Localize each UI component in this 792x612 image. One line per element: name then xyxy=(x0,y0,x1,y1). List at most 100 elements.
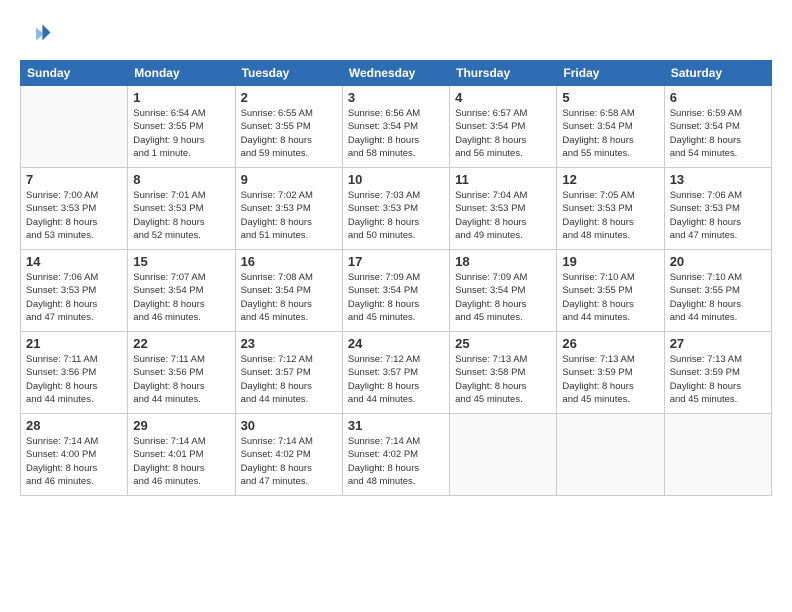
logo-icon xyxy=(20,18,52,50)
header-friday: Friday xyxy=(557,61,664,86)
day-info: Sunrise: 7:09 AM Sunset: 3:54 PM Dayligh… xyxy=(455,271,551,324)
day-info: Sunrise: 7:01 AM Sunset: 3:53 PM Dayligh… xyxy=(133,189,229,242)
week-row-1: 1 Sunrise: 6:54 AM Sunset: 3:55 PM Daylig… xyxy=(21,86,772,168)
day-number: 18 xyxy=(455,254,551,269)
logo xyxy=(20,18,56,50)
day-cell-5-4: 31Sunrise: 7:14 AM Sunset: 4:02 PM Dayli… xyxy=(342,414,449,496)
day-info: Sunrise: 6:58 AM Sunset: 3:54 PM Dayligh… xyxy=(562,107,658,160)
day-info: Sunrise: 6:57 AM Sunset: 3:54 PM Dayligh… xyxy=(455,107,551,160)
day-cell-1-4: 3 Sunrise: 6:56 AM Sunset: 3:54 PM Daylig… xyxy=(342,86,449,168)
day-cell-1-2: 1 Sunrise: 6:54 AM Sunset: 3:55 PM Daylig… xyxy=(128,86,235,168)
day-number: 12 xyxy=(562,172,658,187)
day-number: 14 xyxy=(26,254,122,269)
header-monday: Monday xyxy=(128,61,235,86)
day-number: 8 xyxy=(133,172,229,187)
day-number: 19 xyxy=(562,254,658,269)
day-info: Sunrise: 7:10 AM Sunset: 3:55 PM Dayligh… xyxy=(562,271,658,324)
day-number: 23 xyxy=(241,336,337,351)
day-number: 22 xyxy=(133,336,229,351)
day-cell-2-6: 12 Sunrise: 7:05 AM Sunset: 3:53 PM Dayli… xyxy=(557,168,664,250)
day-info: Sunrise: 7:11 AM Sunset: 3:56 PM Dayligh… xyxy=(26,353,122,406)
day-number: 2 xyxy=(241,90,337,105)
header-thursday: Thursday xyxy=(450,61,557,86)
day-info: Sunrise: 7:11 AM Sunset: 3:56 PM Dayligh… xyxy=(133,353,229,406)
day-number: 29 xyxy=(133,418,229,433)
day-cell-3-1: 14 Sunrise: 7:06 AM Sunset: 3:53 PM Dayli… xyxy=(21,250,128,332)
day-number: 9 xyxy=(241,172,337,187)
day-info: Sunrise: 7:07 AM Sunset: 3:54 PM Dayligh… xyxy=(133,271,229,324)
day-cell-4-4: 24Sunrise: 7:12 AM Sunset: 3:57 PM Dayli… xyxy=(342,332,449,414)
day-cell-5-7 xyxy=(664,414,771,496)
day-number: 26 xyxy=(562,336,658,351)
day-cell-4-2: 22 Sunrise: 7:11 AM Sunset: 3:56 PM Dayli… xyxy=(128,332,235,414)
day-info: Sunrise: 7:06 AM Sunset: 3:53 PM Dayligh… xyxy=(26,271,122,324)
day-info: Sunrise: 7:04 AM Sunset: 3:53 PM Dayligh… xyxy=(455,189,551,242)
day-cell-2-2: 8 Sunrise: 7:01 AM Sunset: 3:53 PM Daylig… xyxy=(128,168,235,250)
day-number: 1 xyxy=(133,90,229,105)
day-info: Sunrise: 7:09 AM Sunset: 3:54 PM Dayligh… xyxy=(348,271,444,324)
day-cell-1-7: 6 Sunrise: 6:59 AM Sunset: 3:54 PM Daylig… xyxy=(664,86,771,168)
day-cell-2-4: 10 Sunrise: 7:03 AM Sunset: 3:53 PM Dayli… xyxy=(342,168,449,250)
header xyxy=(20,18,772,50)
day-info: Sunrise: 7:03 AM Sunset: 3:53 PM Dayligh… xyxy=(348,189,444,242)
day-cell-3-7: 20 Sunrise: 7:10 AM Sunset: 3:55 PM Dayli… xyxy=(664,250,771,332)
day-cell-2-5: 11 Sunrise: 7:04 AM Sunset: 3:53 PM Dayli… xyxy=(450,168,557,250)
day-cell-4-1: 21 Sunrise: 7:11 AM Sunset: 3:56 PM Dayli… xyxy=(21,332,128,414)
day-cell-5-5 xyxy=(450,414,557,496)
day-cell-4-7: 27Sunrise: 7:13 AM Sunset: 3:59 PM Dayli… xyxy=(664,332,771,414)
day-cell-5-1: 28Sunrise: 7:14 AM Sunset: 4:00 PM Dayli… xyxy=(21,414,128,496)
day-info: Sunrise: 7:02 AM Sunset: 3:53 PM Dayligh… xyxy=(241,189,337,242)
week-row-3: 14 Sunrise: 7:06 AM Sunset: 3:53 PM Dayli… xyxy=(21,250,772,332)
day-cell-2-7: 13 Sunrise: 7:06 AM Sunset: 3:53 PM Dayli… xyxy=(664,168,771,250)
week-row-5: 28Sunrise: 7:14 AM Sunset: 4:00 PM Dayli… xyxy=(21,414,772,496)
day-cell-5-6 xyxy=(557,414,664,496)
day-info: Sunrise: 7:08 AM Sunset: 3:54 PM Dayligh… xyxy=(241,271,337,324)
day-cell-1-6: 5 Sunrise: 6:58 AM Sunset: 3:54 PM Daylig… xyxy=(557,86,664,168)
day-info: Sunrise: 7:05 AM Sunset: 3:53 PM Dayligh… xyxy=(562,189,658,242)
day-info: Sunrise: 7:14 AM Sunset: 4:01 PM Dayligh… xyxy=(133,435,229,488)
day-cell-1-1 xyxy=(21,86,128,168)
day-number: 7 xyxy=(26,172,122,187)
day-number: 11 xyxy=(455,172,551,187)
day-number: 21 xyxy=(26,336,122,351)
day-cell-2-1: 7 Sunrise: 7:00 AM Sunset: 3:53 PM Daylig… xyxy=(21,168,128,250)
day-cell-5-3: 30Sunrise: 7:14 AM Sunset: 4:02 PM Dayli… xyxy=(235,414,342,496)
day-cell-3-3: 16Sunrise: 7:08 AM Sunset: 3:54 PM Dayli… xyxy=(235,250,342,332)
day-number: 17 xyxy=(348,254,444,269)
day-info: Sunrise: 6:55 AM Sunset: 3:55 PM Dayligh… xyxy=(241,107,337,160)
day-number: 3 xyxy=(348,90,444,105)
day-cell-3-5: 18 Sunrise: 7:09 AM Sunset: 3:54 PM Dayli… xyxy=(450,250,557,332)
day-number: 10 xyxy=(348,172,444,187)
day-cell-3-2: 15 Sunrise: 7:07 AM Sunset: 3:54 PM Dayli… xyxy=(128,250,235,332)
header-saturday: Saturday xyxy=(664,61,771,86)
day-info: Sunrise: 6:59 AM Sunset: 3:54 PM Dayligh… xyxy=(670,107,766,160)
day-cell-3-4: 17 Sunrise: 7:09 AM Sunset: 3:54 PM Dayli… xyxy=(342,250,449,332)
day-info: Sunrise: 7:12 AM Sunset: 3:57 PM Dayligh… xyxy=(348,353,444,406)
day-info: Sunrise: 7:12 AM Sunset: 3:57 PM Dayligh… xyxy=(241,353,337,406)
day-number: 31 xyxy=(348,418,444,433)
day-cell-1-3: 2 Sunrise: 6:55 AM Sunset: 3:55 PM Daylig… xyxy=(235,86,342,168)
day-info: Sunrise: 7:00 AM Sunset: 3:53 PM Dayligh… xyxy=(26,189,122,242)
day-cell-5-2: 29 Sunrise: 7:14 AM Sunset: 4:01 PM Dayli… xyxy=(128,414,235,496)
day-number: 20 xyxy=(670,254,766,269)
day-number: 30 xyxy=(241,418,337,433)
week-row-4: 21 Sunrise: 7:11 AM Sunset: 3:56 PM Dayli… xyxy=(21,332,772,414)
day-info: Sunrise: 6:54 AM Sunset: 3:55 PM Dayligh… xyxy=(133,107,229,160)
day-cell-1-5: 4Sunrise: 6:57 AM Sunset: 3:54 PM Daylig… xyxy=(450,86,557,168)
header-tuesday: Tuesday xyxy=(235,61,342,86)
day-info: Sunrise: 7:10 AM Sunset: 3:55 PM Dayligh… xyxy=(670,271,766,324)
calendar-header-row: Sunday Monday Tuesday Wednesday Thursday… xyxy=(21,61,772,86)
day-cell-4-5: 25Sunrise: 7:13 AM Sunset: 3:58 PM Dayli… xyxy=(450,332,557,414)
day-number: 6 xyxy=(670,90,766,105)
header-sunday: Sunday xyxy=(21,61,128,86)
day-number: 5 xyxy=(562,90,658,105)
day-number: 27 xyxy=(670,336,766,351)
day-cell-3-6: 19 Sunrise: 7:10 AM Sunset: 3:55 PM Dayli… xyxy=(557,250,664,332)
day-info: Sunrise: 7:13 AM Sunset: 3:59 PM Dayligh… xyxy=(562,353,658,406)
day-cell-4-6: 26 Sunrise: 7:13 AM Sunset: 3:59 PM Dayli… xyxy=(557,332,664,414)
day-number: 13 xyxy=(670,172,766,187)
day-info: Sunrise: 6:56 AM Sunset: 3:54 PM Dayligh… xyxy=(348,107,444,160)
day-info: Sunrise: 7:14 AM Sunset: 4:00 PM Dayligh… xyxy=(26,435,122,488)
day-info: Sunrise: 7:06 AM Sunset: 3:53 PM Dayligh… xyxy=(670,189,766,242)
day-number: 15 xyxy=(133,254,229,269)
